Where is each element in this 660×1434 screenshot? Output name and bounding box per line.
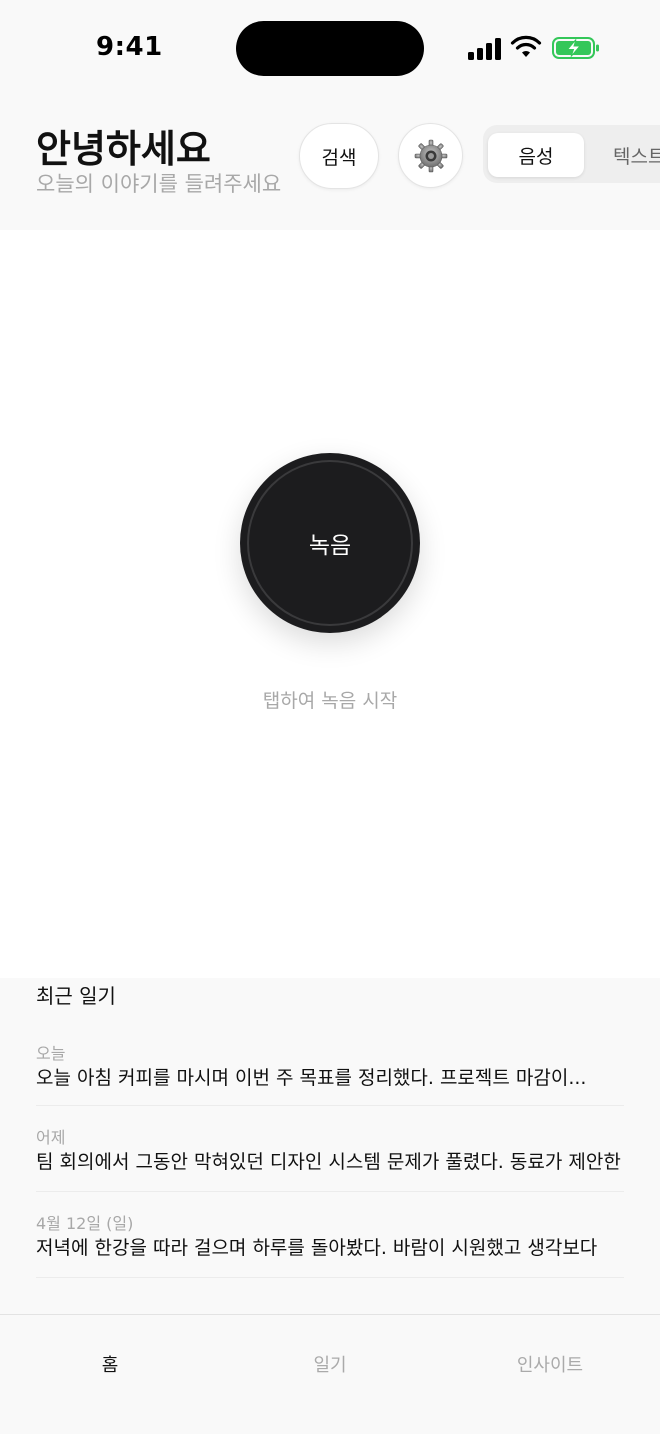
tab-home[interactable]: 홈 bbox=[0, 1351, 220, 1377]
gear-icon bbox=[414, 139, 447, 172]
app-screen: 9:41 안녕하세요 오늘의 이야기를 들려주세요 검색 음성 텍스트 녹음 탭… bbox=[0, 0, 660, 1434]
record-area: 녹음 탭하여 녹음 시작 bbox=[0, 230, 660, 978]
record-button-label: 녹음 bbox=[308, 533, 352, 559]
status-time: 9:41 bbox=[96, 32, 163, 62]
wifi-icon bbox=[510, 35, 542, 57]
cellular-signal-icon bbox=[468, 38, 502, 60]
page-title: 안녕하세요 bbox=[36, 127, 211, 171]
diary-date: 4월 12일 (일) bbox=[36, 1214, 134, 1233]
diary-preview: 저녁에 한강을 따라 걸으며 하루를 돌아봤다. 바람이 시원했고 생각보다 bbox=[36, 1237, 598, 1259]
diary-list-item[interactable]: 4월 12일 (일) 저녁에 한강을 따라 걸으며 하루를 돌아봤다. 바람이 … bbox=[36, 1192, 624, 1278]
dynamic-island bbox=[236, 21, 424, 76]
page-subtitle: 오늘의 이야기를 들려주세요 bbox=[36, 172, 282, 196]
diary-list-item[interactable]: 어제 팀 회의에서 그동안 막혀있던 디자인 시스템 문제가 풀렸다. 동료가 … bbox=[36, 1106, 624, 1192]
section-title: 최근 일기 bbox=[36, 984, 116, 1008]
settings-button[interactable] bbox=[398, 123, 463, 188]
battery-charging-icon bbox=[552, 37, 599, 59]
recent-diaries-section: 최근 일기 오늘 오늘 아침 커피를 마시며 이번 주 목표를 정리했다. 프로… bbox=[0, 978, 660, 1314]
tab-text[interactable]: 텍스트 bbox=[599, 133, 660, 177]
diary-date: 오늘 bbox=[36, 1044, 66, 1063]
input-mode-toggle: 음성 텍스트 bbox=[483, 125, 660, 183]
tab-insights[interactable]: 인사이트 bbox=[440, 1351, 660, 1377]
tab-diary[interactable]: 일기 bbox=[220, 1351, 440, 1377]
record-button[interactable]: 녹음 bbox=[240, 453, 420, 633]
diary-list-item[interactable]: 오늘 오늘 아침 커피를 마시며 이번 주 목표를 정리했다. 프로젝트 마감이… bbox=[36, 1020, 624, 1106]
search-button[interactable]: 검색 bbox=[299, 123, 379, 189]
record-hint: 탭하여 녹음 시작 bbox=[262, 690, 398, 712]
diary-preview: 팀 회의에서 그동안 막혀있던 디자인 시스템 문제가 풀렸다. 동료가 제안한 bbox=[36, 1151, 621, 1173]
bottom-tab-bar: 홈 일기 인사이트 bbox=[0, 1314, 660, 1434]
diary-date: 어제 bbox=[36, 1128, 66, 1147]
header: 안녕하세요 오늘의 이야기를 들려주세요 검색 음성 텍스트 bbox=[0, 92, 660, 230]
tab-voice[interactable]: 음성 bbox=[488, 133, 584, 177]
diary-preview: 오늘 아침 커피를 마시며 이번 주 목표를 정리했다. 프로젝트 마감이... bbox=[36, 1067, 587, 1089]
status-bar: 9:41 bbox=[0, 0, 660, 92]
